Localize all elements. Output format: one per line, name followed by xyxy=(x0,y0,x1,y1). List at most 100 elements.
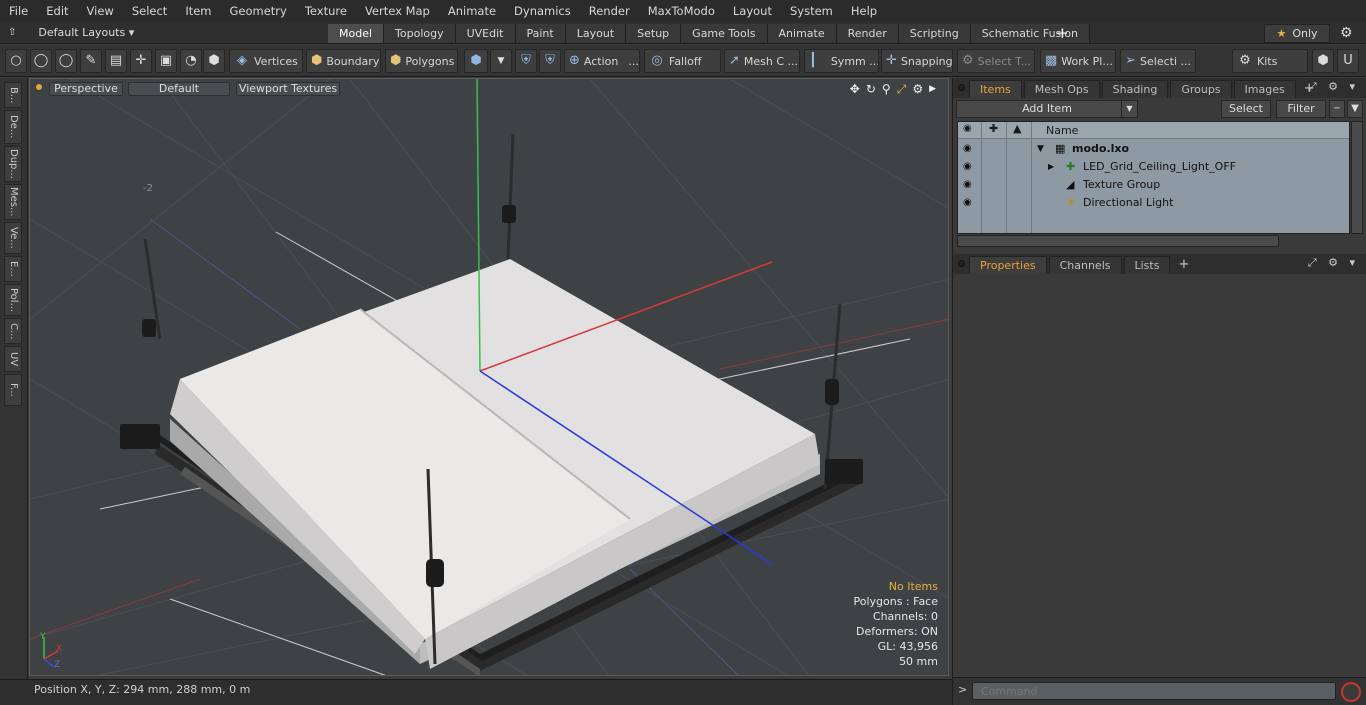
strip-tab-polygon[interactable]: Pol... xyxy=(4,284,22,316)
strip-tab-basic[interactable]: B... xyxy=(4,82,22,108)
mesh-constraint-button[interactable]: ➚ Mesh C ... xyxy=(724,49,800,73)
menu-geometry[interactable]: Geometry xyxy=(221,0,296,22)
snapping-button[interactable]: ✛ Snapping xyxy=(881,49,953,73)
strip-tab-duplicate[interactable]: Dup... xyxy=(4,146,22,182)
strip-tab-mesh-edit[interactable]: Mes... xyxy=(4,184,22,220)
visibility-eye-icon[interactable]: ◉ xyxy=(963,176,972,194)
menu-select[interactable]: Select xyxy=(123,0,176,22)
panel-dot-icon[interactable] xyxy=(958,84,965,91)
menu-system[interactable]: System xyxy=(781,0,842,22)
filter-button[interactable]: Filter xyxy=(1276,100,1326,118)
menu-dynamics[interactable]: Dynamics xyxy=(505,0,580,22)
menu-item[interactable]: Item xyxy=(176,0,220,22)
vertices-button[interactable]: ◈ Vertices xyxy=(229,49,303,73)
tab-layout[interactable]: Layout xyxy=(565,24,627,43)
view-mode-button[interactable]: Perspective xyxy=(49,82,123,96)
tab-properties[interactable]: Properties xyxy=(969,256,1047,274)
menu-animate[interactable]: Animate xyxy=(439,0,505,22)
menu-maxtomodo[interactable]: MaxToModo xyxy=(639,0,724,22)
tab-render[interactable]: Render xyxy=(836,24,899,43)
align-button[interactable]: ▤ xyxy=(105,49,127,73)
orbit-icon[interactable]: ↻ xyxy=(866,82,876,97)
add-panel-tab-button[interactable]: + xyxy=(1172,256,1195,274)
command-input[interactable] xyxy=(972,682,1336,700)
tab-items[interactable]: Items xyxy=(969,80,1022,98)
tab-channels[interactable]: Channels xyxy=(1048,256,1122,274)
tree-row-texture-group[interactable]: ◉ ◢ Texture Group xyxy=(958,176,1349,194)
frame-button[interactable]: ▣ xyxy=(155,49,177,73)
panel-expand-gear-icon[interactable]: ⤢ ⚙ ▾ xyxy=(1308,80,1359,94)
tab-setup[interactable]: Setup xyxy=(626,24,682,43)
menu-file[interactable]: File xyxy=(0,0,37,22)
visibility-eye-icon[interactable]: ◉ xyxy=(963,140,972,158)
3d-viewport[interactable]: -2 Y X Z Perspective Default Viewport Te… xyxy=(29,78,949,676)
tab-lists[interactable]: Lists xyxy=(1123,256,1171,274)
visibility-eye-icon[interactable]: ◉ xyxy=(963,194,972,212)
tab-topology[interactable]: Topology xyxy=(384,24,456,43)
viewport-textures-button[interactable]: Viewport Textures xyxy=(236,82,340,96)
funnel-icon[interactable]: ▼ xyxy=(1347,100,1363,118)
item-list-horizontal-scrollbar[interactable] xyxy=(957,235,1279,247)
add-item-button[interactable]: Add Item ▼ xyxy=(956,100,1138,118)
strip-tab-edge[interactable]: E... xyxy=(4,256,22,282)
viewport-menu-arrow-icon[interactable]: ▶ xyxy=(929,82,936,97)
selection-sets-button[interactable]: ➢ Selecti ... xyxy=(1120,49,1196,73)
menu-vertex-map[interactable]: Vertex Map xyxy=(356,0,439,22)
tab-paint[interactable]: Paint xyxy=(515,24,566,43)
expand-triangle-icon[interactable]: ▶ xyxy=(1048,158,1054,176)
tree-row-directional-light[interactable]: ◉ ☀ Directional Light xyxy=(958,194,1349,212)
unity-button[interactable]: ⬢ xyxy=(1312,49,1334,73)
visibility-eye-icon[interactable]: ◉ xyxy=(963,158,972,176)
material-dropdown[interactable]: ▼ xyxy=(490,49,512,73)
name-column-header[interactable]: Name xyxy=(1046,124,1078,137)
tab-schematic-fusion[interactable]: Schematic Fusion xyxy=(970,24,1091,43)
select-through-button[interactable]: ⚙ Select T... xyxy=(957,49,1035,73)
strip-tab-curve[interactable]: C... xyxy=(4,318,22,344)
item-list[interactable]: ◉ ✚ ▲ Name ◉ ▼ ▦ modo.lxo ◉ ▶ ✚ LED_Grid… xyxy=(957,121,1350,234)
tab-groups[interactable]: Groups xyxy=(1170,80,1232,98)
strip-tab-uv[interactable]: UV xyxy=(4,346,22,372)
tab-model[interactable]: Model xyxy=(328,24,385,43)
symmetry-shield-button[interactable]: ⛨ xyxy=(515,49,537,73)
only-toggle[interactable]: ★ Only xyxy=(1264,24,1330,43)
strip-tab-deform[interactable]: De... xyxy=(4,110,22,144)
tab-mesh-ops[interactable]: Mesh Ops xyxy=(1023,80,1100,98)
menu-render[interactable]: Render xyxy=(580,0,639,22)
polygons-button[interactable]: ⬢ Polygons xyxy=(385,49,458,73)
tab-uvedit[interactable]: UVEdit xyxy=(455,24,516,43)
rotate-button[interactable]: ◔ xyxy=(180,49,202,73)
tab-game-tools[interactable]: Game Tools xyxy=(681,24,768,43)
zoom-icon[interactable]: ⚲ xyxy=(882,82,891,97)
center-button[interactable]: ✛ xyxy=(130,49,152,73)
lasso-button[interactable]: ◯ xyxy=(55,49,77,73)
panel-dot-icon[interactable] xyxy=(958,260,965,267)
tree-row-mesh[interactable]: ◉ ▶ ✚ LED_Grid_Ceiling_Light_OFF xyxy=(958,158,1349,176)
pan-icon[interactable]: ✥ xyxy=(850,82,860,97)
chevron-down-icon[interactable]: ▼ xyxy=(1121,101,1137,117)
layouts-selector[interactable]: ⇧ Default Layouts ▾ xyxy=(8,22,134,44)
shading-mode-button[interactable]: Default xyxy=(128,82,230,96)
tab-shading[interactable]: Shading xyxy=(1101,80,1169,98)
menu-texture[interactable]: Texture xyxy=(296,0,356,22)
tree-row-scene[interactable]: ◉ ▼ ▦ modo.lxo xyxy=(958,140,1349,158)
collapse-icon[interactable]: ─ xyxy=(1329,100,1345,118)
action-center-button[interactable]: ⊕ Action... xyxy=(564,49,640,73)
menu-layout[interactable]: Layout xyxy=(724,0,781,22)
viewport-gear-icon[interactable]: ⚙ xyxy=(912,82,923,97)
boundary-button[interactable]: ⬢ Boundary xyxy=(306,49,381,73)
symmetry-button[interactable]: ┃ Symm ... xyxy=(804,49,879,73)
add-tab-button[interactable]: + xyxy=(1056,22,1069,44)
viewport-dot-icon[interactable] xyxy=(36,84,42,90)
falloff-button[interactable]: ◎ Falloff xyxy=(644,49,721,73)
work-plane-button[interactable]: ▩ Work Pl... xyxy=(1040,49,1116,73)
kits-button[interactable]: ⚙ Kits xyxy=(1232,49,1308,73)
tab-images[interactable]: Images xyxy=(1233,80,1296,98)
menu-edit[interactable]: Edit xyxy=(37,0,77,22)
maximize-icon[interactable]: ⤢ xyxy=(897,82,907,97)
material-button[interactable]: ⬢ xyxy=(464,49,488,73)
brush-button[interactable]: ✎ xyxy=(80,49,102,73)
tab-animate[interactable]: Animate xyxy=(767,24,837,43)
select-button[interactable]: Select xyxy=(1221,100,1271,118)
menu-view[interactable]: View xyxy=(78,0,123,22)
tab-scripting[interactable]: Scripting xyxy=(898,24,971,43)
